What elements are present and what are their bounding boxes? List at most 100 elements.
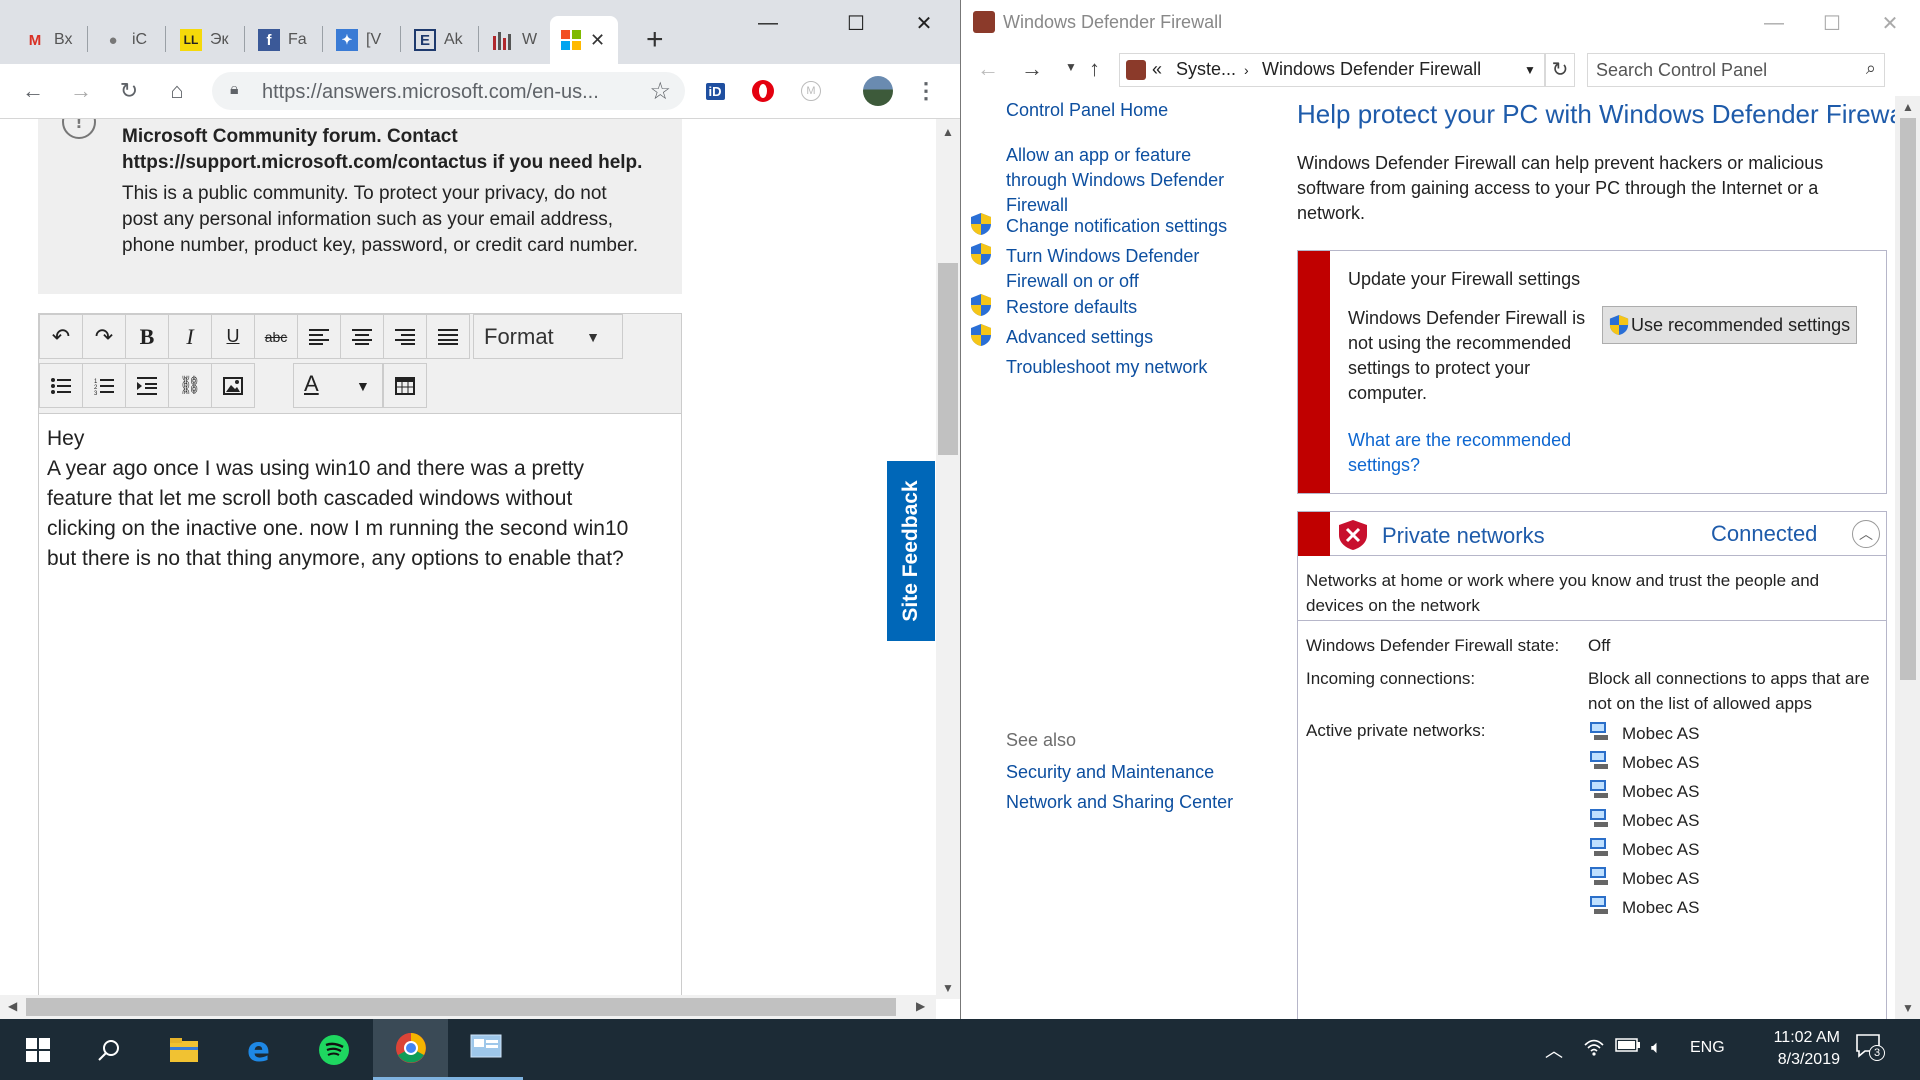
start-button[interactable] xyxy=(0,1019,75,1080)
scroll-up-icon[interactable]: ▲ xyxy=(936,125,960,139)
scroll-up-icon[interactable]: ▲ xyxy=(1895,100,1920,114)
system-clock[interactable]: 11:02 AM 8/3/2019 xyxy=(1740,1027,1840,1071)
scroll-down-icon[interactable]: ▼ xyxy=(1895,1001,1920,1015)
text-color-dropdown[interactable]: A ▼ xyxy=(293,363,383,408)
overflow-chevron-icon[interactable]: « xyxy=(1152,59,1162,80)
chrome-menu-icon[interactable]: ⋮ xyxy=(907,72,945,110)
wifi-icon[interactable] xyxy=(1583,1037,1605,1062)
turn-on-off-link[interactable]: Turn Windows Defender Firewall on or off xyxy=(1006,244,1226,294)
breadcrumb-firewall[interactable]: Windows Defender Firewall xyxy=(1262,59,1481,80)
undo-button[interactable]: ↶ xyxy=(39,314,83,359)
use-recommended-settings-button[interactable]: Use recommended settings xyxy=(1602,306,1857,344)
opera-extension-icon[interactable] xyxy=(744,72,782,110)
chevron-down-icon[interactable]: ▼ xyxy=(1524,63,1536,77)
vertical-scrollbar[interactable]: ▲ ▼ xyxy=(1895,96,1920,1019)
refresh-icon[interactable]: ↻ xyxy=(1545,53,1575,87)
restore-defaults-link[interactable]: Restore defaults xyxy=(1006,295,1137,320)
bookmark-star-icon[interactable]: ☆ xyxy=(649,77,671,106)
align-left-button[interactable] xyxy=(297,314,341,359)
scroll-right-icon[interactable]: ▶ xyxy=(916,999,925,1013)
maximize-button[interactable]: ☐ xyxy=(1803,6,1861,40)
vertical-scrollbar[interactable]: ▲ ▼ xyxy=(936,119,960,999)
table-button[interactable] xyxy=(383,363,427,408)
scrollbar-thumb[interactable] xyxy=(26,998,896,1016)
tab-ll[interactable]: LL Эк xyxy=(170,16,229,64)
underline-button[interactable]: U xyxy=(211,314,255,359)
advanced-settings-link[interactable]: Advanced settings xyxy=(1006,325,1153,350)
breadcrumb-system[interactable]: Syste... xyxy=(1176,59,1236,80)
minimize-button[interactable]: — xyxy=(739,0,797,46)
scroll-down-icon[interactable]: ▼ xyxy=(936,981,960,995)
minimize-button[interactable]: — xyxy=(1745,6,1803,40)
maximize-button[interactable]: ☐ xyxy=(827,0,885,46)
tab-microsoft-answers[interactable]: ✕ xyxy=(550,16,618,64)
search-input[interactable]: Search Control Panel ⌕ xyxy=(1587,53,1885,87)
file-explorer-button[interactable] xyxy=(146,1019,221,1080)
search-button[interactable] xyxy=(71,1019,146,1080)
address-bar[interactable]: « Syste... › Windows Defender Firewall ▼ xyxy=(1119,53,1545,87)
change-notification-link[interactable]: Change notification settings xyxy=(1006,214,1227,239)
italic-button[interactable]: I xyxy=(168,314,212,359)
bold-button[interactable]: B xyxy=(125,314,169,359)
tab-gmail[interactable]: M Вх xyxy=(14,16,73,64)
volume-icon[interactable]: 🔈︎ xyxy=(1651,1037,1662,1058)
new-tab-button[interactable]: + xyxy=(636,16,664,64)
edge-button[interactable]: e xyxy=(221,1019,296,1080)
tab-facebook[interactable]: f Fa xyxy=(248,16,307,64)
spotify-button[interactable] xyxy=(296,1019,371,1080)
site-feedback-button[interactable]: Site Feedback xyxy=(887,461,935,641)
control-panel-taskbar-button[interactable] xyxy=(448,1019,523,1080)
close-window-button[interactable]: ✕ xyxy=(1861,6,1919,40)
chrome-window: M Вх ● iC LL Эк f Fa ✦ [V E Ak W ✕ + — ☐… xyxy=(0,0,960,1019)
forward-icon[interactable]: → xyxy=(1021,56,1043,82)
indent-button[interactable] xyxy=(125,363,169,408)
scroll-left-icon[interactable]: ◀ xyxy=(8,999,17,1013)
chrome-taskbar-button[interactable] xyxy=(373,1019,448,1080)
language-indicator[interactable]: ENG xyxy=(1690,1039,1725,1057)
recent-locations-icon[interactable]: ▼ xyxy=(1065,60,1077,74)
tab-vk[interactable]: ✦ [V xyxy=(326,16,381,64)
security-maintenance-link[interactable]: Security and Maintenance xyxy=(1006,760,1214,785)
collapse-chevron-icon[interactable]: ︿ xyxy=(1852,520,1880,548)
home-icon[interactable]: ⌂ xyxy=(158,72,196,110)
reload-icon[interactable]: ↻ xyxy=(110,72,148,110)
firewall-app-icon xyxy=(1126,60,1146,80)
align-right-button[interactable] xyxy=(383,314,427,359)
scrollbar-thumb[interactable] xyxy=(1900,118,1916,680)
back-icon[interactable]: ← xyxy=(14,72,52,110)
numbered-list-button[interactable]: 123 xyxy=(82,363,126,408)
control-panel-home-link[interactable]: Control Panel Home xyxy=(1006,98,1168,123)
network-sharing-link[interactable]: Network and Sharing Center xyxy=(1006,790,1233,815)
align-center-button[interactable] xyxy=(340,314,384,359)
close-tab-icon[interactable]: ✕ xyxy=(590,30,605,51)
format-dropdown[interactable]: Format ▼ xyxy=(473,314,623,359)
tab-icloud[interactable]: ● iC xyxy=(92,16,147,64)
battery-icon[interactable] xyxy=(1615,1037,1641,1058)
horizontal-scrollbar[interactable]: ◀ ▶ xyxy=(0,995,936,1019)
redo-button[interactable]: ↷ xyxy=(82,314,126,359)
address-bar[interactable]: 🔒︎ https://answers.microsoft.com/en-us..… xyxy=(212,72,685,110)
troubleshoot-link[interactable]: Troubleshoot my network xyxy=(1006,355,1207,380)
m-extension-icon[interactable]: M xyxy=(792,72,830,110)
tab-w[interactable]: W xyxy=(482,16,537,64)
profile-avatar[interactable] xyxy=(859,72,897,110)
back-icon[interactable]: ← xyxy=(977,56,999,82)
recommended-settings-help-link[interactable]: What are the recommended settings? xyxy=(1348,428,1588,478)
id-extension-icon[interactable]: iD xyxy=(696,72,734,110)
private-networks-header[interactable]: Private networks Connected ︿ xyxy=(1298,512,1886,556)
bullet-list-button[interactable] xyxy=(39,363,83,408)
tab-ak[interactable]: E Ak xyxy=(404,16,463,64)
scrollbar-thumb[interactable] xyxy=(938,263,958,455)
action-center-button[interactable]: 3 xyxy=(1855,1033,1885,1063)
image-button[interactable] xyxy=(211,363,255,408)
editor-text-area[interactable]: Hey A year ago once I was using win10 an… xyxy=(47,424,677,574)
justify-button[interactable] xyxy=(426,314,470,359)
forward-icon[interactable]: → xyxy=(62,72,100,110)
allow-app-link[interactable]: Allow an app or feature through Windows … xyxy=(1006,143,1236,218)
search-icon[interactable]: ⌕ xyxy=(1866,58,1876,79)
up-icon[interactable]: ↑ xyxy=(1089,56,1100,82)
show-hidden-icons-icon[interactable]: ︿ xyxy=(1545,1037,1563,1063)
close-window-button[interactable]: ✕ xyxy=(895,0,953,46)
strikethrough-button[interactable]: abc xyxy=(254,314,298,359)
link-button[interactable]: ⛓︎ xyxy=(168,363,212,408)
